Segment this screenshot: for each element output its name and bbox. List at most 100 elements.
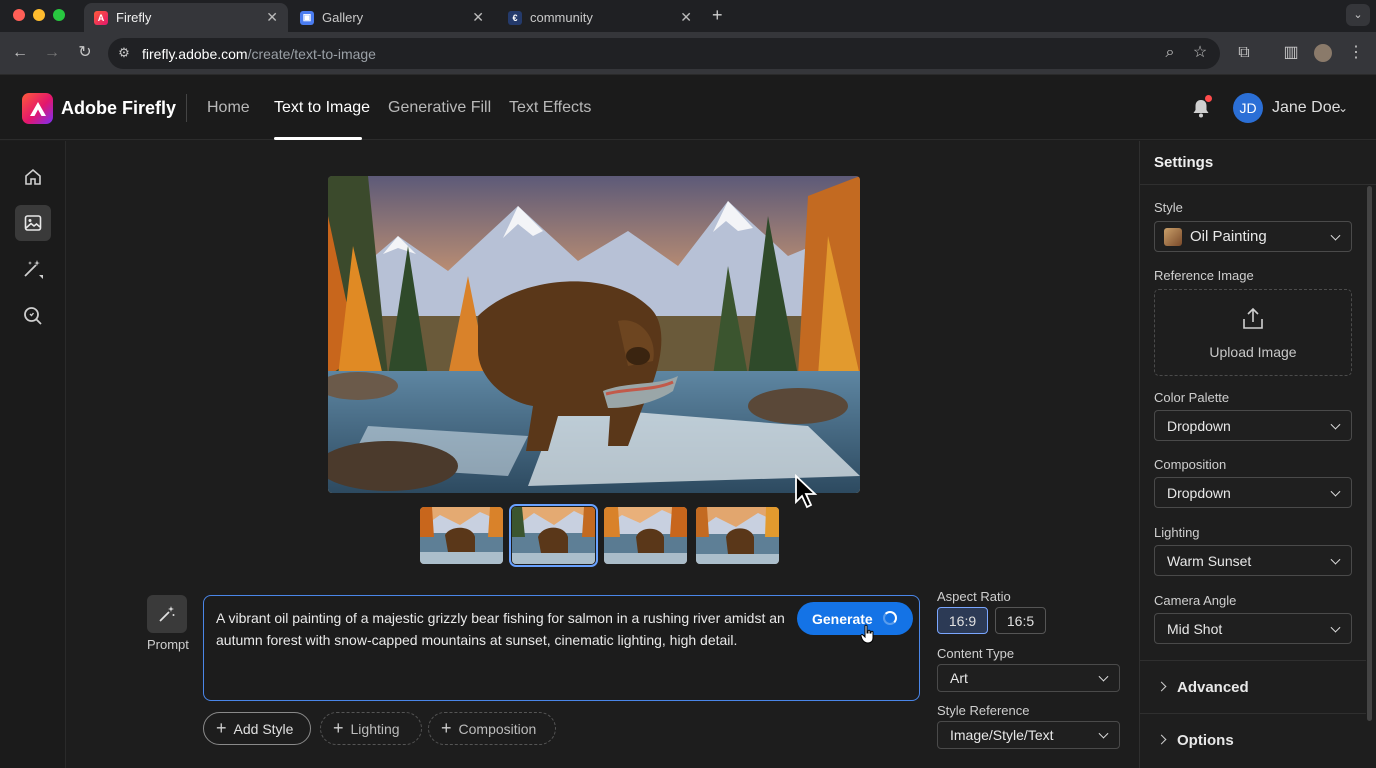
content-type-label: Content Type xyxy=(937,646,1015,661)
prompt-button[interactable] xyxy=(147,595,187,633)
upload-image-dropzone[interactable] xyxy=(1154,289,1352,376)
adobe-firefly-logo-icon[interactable] xyxy=(22,93,53,124)
lighting-chip[interactable]: + Lighting xyxy=(320,712,422,745)
tab-gallery[interactable]: ▣ Gallery ✕ xyxy=(290,3,494,32)
tab-title: Firefly xyxy=(116,10,152,25)
advanced-section-toggle[interactable]: Advanced xyxy=(1156,679,1249,696)
prompt-label: Prompt xyxy=(147,637,189,652)
gallery-favicon-icon: ▣ xyxy=(300,10,314,25)
active-nav-indicator xyxy=(274,137,362,140)
composition-label: Composition xyxy=(1154,457,1227,472)
chevron-down-icon xyxy=(1330,419,1341,430)
rail-text-to-image[interactable] xyxy=(15,205,51,241)
color-palette-dropdown[interactable]: Dropdown xyxy=(1154,410,1352,441)
aspect-ratio-label: Aspect Ratio xyxy=(937,589,1011,604)
back-icon[interactable]: ← xyxy=(10,44,30,62)
chevron-down-icon xyxy=(1330,622,1341,633)
reload-icon[interactable]: ↻ xyxy=(75,44,95,62)
tab-search-icon[interactable]: ⌄ xyxy=(1346,4,1370,26)
dropdown-value: Image/Style/Text xyxy=(950,727,1054,743)
dropdown-value: Warm Sunset xyxy=(1167,552,1252,569)
composition-chip[interactable]: + Composition xyxy=(428,712,556,745)
rail-home[interactable] xyxy=(15,159,51,195)
divider xyxy=(1140,713,1366,714)
lighting-dropdown[interactable]: Warm Sunset xyxy=(1154,545,1352,576)
minimize-window-button[interactable] xyxy=(33,9,45,21)
content-type-dropdown[interactable]: Art xyxy=(937,664,1120,692)
rail-search[interactable] xyxy=(15,298,51,334)
generated-image-preview[interactable] xyxy=(328,176,860,493)
tab-community[interactable]: € community ✕ xyxy=(498,3,702,32)
close-tab-icon[interactable]: ✕ xyxy=(266,9,278,26)
rail-generative-fill[interactable] xyxy=(15,251,51,287)
prompt-text[interactable]: A vibrant oil painting of a majestic gri… xyxy=(216,607,786,651)
browser-menu-icon[interactable]: ⋮ xyxy=(1346,44,1366,62)
notification-dot xyxy=(1205,95,1212,102)
nav-text-to-image[interactable]: Text to Image xyxy=(274,99,370,117)
reference-image-label: Reference Image xyxy=(1154,268,1254,283)
aspect-16-9-button[interactable]: 16:9 xyxy=(937,607,988,634)
chevron-down-icon xyxy=(1330,486,1341,497)
style-dropdown[interactable]: Oil Painting xyxy=(1154,221,1352,252)
chevron-down-icon xyxy=(1330,554,1341,565)
thumbnail-3[interactable] xyxy=(604,507,687,564)
thumbnail-2[interactable] xyxy=(509,504,598,567)
chevron-down-icon[interactable]: ⌄ xyxy=(1338,101,1348,115)
nav-home[interactable]: Home xyxy=(207,99,250,117)
dropdown-value: Mid Shot xyxy=(1167,620,1223,637)
style-reference-dropdown[interactable]: Image/Style/Text xyxy=(937,721,1120,749)
upload-image-label: Upload Image xyxy=(1209,344,1297,360)
community-favicon-icon: € xyxy=(508,10,522,25)
side-panel-icon[interactable]: ▥ xyxy=(1281,44,1301,62)
site-info-icon[interactable]: ⚙ xyxy=(114,44,134,62)
tab-title: Gallery xyxy=(322,10,364,25)
tab-firefly[interactable]: A Firefly ✕ xyxy=(84,3,288,32)
nav-text-effects[interactable]: Text Effects xyxy=(509,99,591,117)
close-tab-icon[interactable]: ✕ xyxy=(472,9,484,26)
chevron-right-icon xyxy=(1156,734,1167,745)
maximize-window-button[interactable] xyxy=(53,9,65,21)
close-window-button[interactable] xyxy=(13,9,25,21)
dropdown-value: Oil Painting xyxy=(1190,228,1267,245)
zoom-icon[interactable]: ⌕ xyxy=(1160,44,1180,62)
new-tab-button[interactable]: + xyxy=(712,5,723,26)
image-icon xyxy=(24,215,42,231)
section-label: Options xyxy=(1177,732,1234,749)
profile-avatar-icon[interactable] xyxy=(1314,44,1332,62)
upload-icon xyxy=(1243,307,1263,329)
aspect-16-5-button[interactable]: 16:5 xyxy=(995,607,1046,634)
thumbnail-image xyxy=(604,507,687,564)
add-style-chip[interactable]: + Add Style xyxy=(203,712,311,745)
chip-label: Add Style xyxy=(233,720,294,737)
bear-painting-image xyxy=(328,176,860,493)
thumbnail-image xyxy=(696,507,779,564)
style-label: Style xyxy=(1154,200,1183,215)
color-palette-label: Color Palette xyxy=(1154,390,1230,405)
style-reference-label: Style Reference xyxy=(937,703,1030,718)
camera-angle-dropdown[interactable]: Mid Shot xyxy=(1154,613,1352,644)
header-divider xyxy=(186,94,187,122)
plus-icon: + xyxy=(216,718,227,738)
forward-icon[interactable]: → xyxy=(42,44,62,62)
chevron-right-icon xyxy=(1156,681,1167,692)
url-text: firefly.adobe.com/create/text-to-image xyxy=(142,46,376,62)
user-avatar[interactable]: JD xyxy=(1233,93,1263,123)
thumbnail-4[interactable] xyxy=(696,507,779,564)
extensions-icon[interactable]: ⧉ xyxy=(1234,44,1254,62)
close-tab-icon[interactable]: ✕ xyxy=(680,9,692,26)
bookmark-star-icon[interactable]: ☆ xyxy=(1190,44,1210,62)
chip-label: Composition xyxy=(458,720,537,737)
dropdown-value: Dropdown xyxy=(1167,484,1231,501)
options-section-toggle[interactable]: Options xyxy=(1156,732,1234,749)
thumbnail-1[interactable] xyxy=(420,507,503,564)
dropdown-value: Dropdown xyxy=(1167,417,1231,434)
nav-generative-fill[interactable]: Generative Fill xyxy=(388,99,491,117)
magic-wand-icon xyxy=(24,260,43,279)
left-rail xyxy=(0,141,66,768)
composition-dropdown[interactable]: Dropdown xyxy=(1154,477,1352,508)
thumbnail-image xyxy=(512,507,595,564)
lighting-label: Lighting xyxy=(1154,525,1200,540)
user-name[interactable]: Jane Doe xyxy=(1272,99,1341,117)
dropdown-value: Art xyxy=(950,670,968,686)
settings-scrollbar[interactable] xyxy=(1367,186,1372,721)
